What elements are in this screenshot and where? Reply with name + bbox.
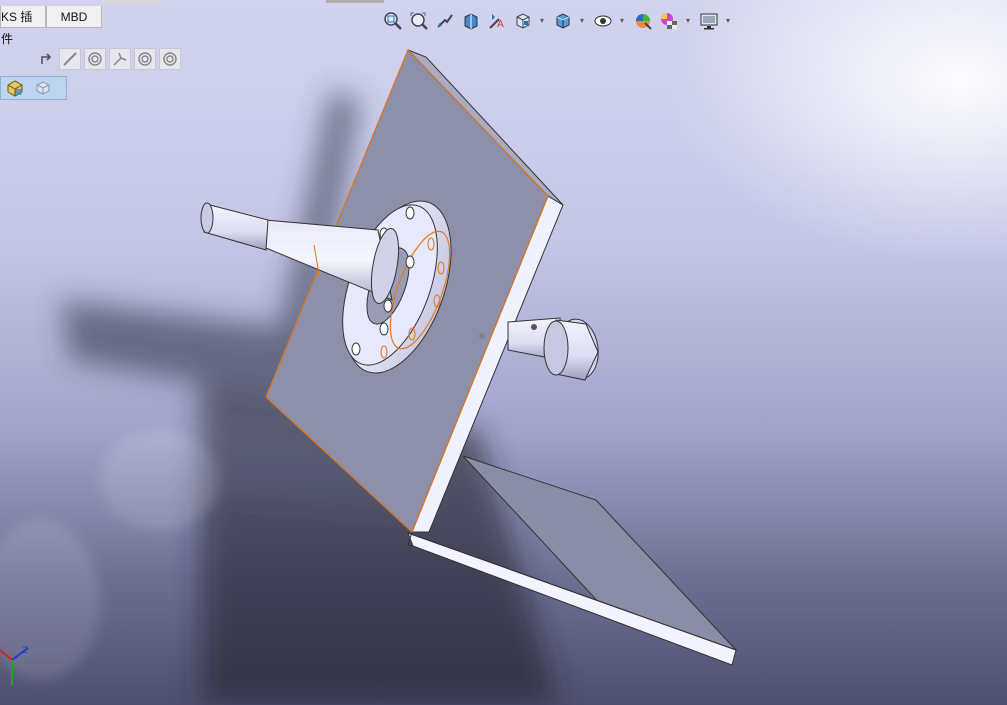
coordinate-triad: Z <box>0 646 29 685</box>
view-orientation-dropdown[interactable]: ▾ <box>538 16 546 26</box>
selection-filter-toolbar <box>36 48 186 70</box>
svg-text:A: A <box>497 19 504 30</box>
part-icon[interactable] <box>3 78 27 98</box>
edit-appearance-icon[interactable] <box>632 8 654 34</box>
zoom-to-fit-icon[interactable] <box>382 8 404 34</box>
select-arrow-icon[interactable] <box>36 48 58 70</box>
display-style-dropdown[interactable]: ▾ <box>578 16 586 26</box>
view-orientation-icon[interactable] <box>512 8 534 34</box>
zoom-to-area-icon[interactable] <box>408 8 430 34</box>
graphics-viewport[interactable]: KS 插件 MBD A ▾ ▾ ▾ ▾ ▾ Z <box>0 0 1007 705</box>
select-loop-icon[interactable] <box>134 48 156 70</box>
tab-mbd[interactable]: MBD <box>46 6 102 28</box>
hide-show-items-dropdown[interactable]: ▾ <box>618 16 626 26</box>
apply-scene-dropdown[interactable]: ▾ <box>684 16 692 26</box>
select-circle-icon[interactable] <box>159 48 181 70</box>
tab-strip-divider <box>102 0 1007 6</box>
select-edge-icon[interactable] <box>59 48 81 70</box>
view-settings-dropdown[interactable]: ▾ <box>724 16 732 26</box>
tab-addins[interactable]: KS 插件 <box>0 6 46 46</box>
select-face-icon[interactable] <box>84 48 106 70</box>
hide-show-items-icon[interactable] <box>592 8 614 34</box>
dynamic-annotation-views-icon[interactable]: A <box>486 8 508 34</box>
view-settings-icon[interactable] <box>698 8 720 34</box>
model-shadow <box>60 90 560 705</box>
heads-up-view-toolbar: A ▾ ▾ ▾ ▾ ▾ <box>382 8 742 36</box>
previous-view-icon[interactable] <box>434 8 456 34</box>
select-vertex-icon[interactable] <box>109 48 131 70</box>
component-icon[interactable] <box>31 78 55 98</box>
feature-manager-flyout <box>0 76 67 100</box>
display-style-icon[interactable] <box>552 8 574 34</box>
section-view-icon[interactable] <box>460 8 482 34</box>
model-scene: Z <box>0 49 738 705</box>
apply-scene-icon[interactable] <box>658 8 680 34</box>
svg-text:Z: Z <box>22 646 28 656</box>
